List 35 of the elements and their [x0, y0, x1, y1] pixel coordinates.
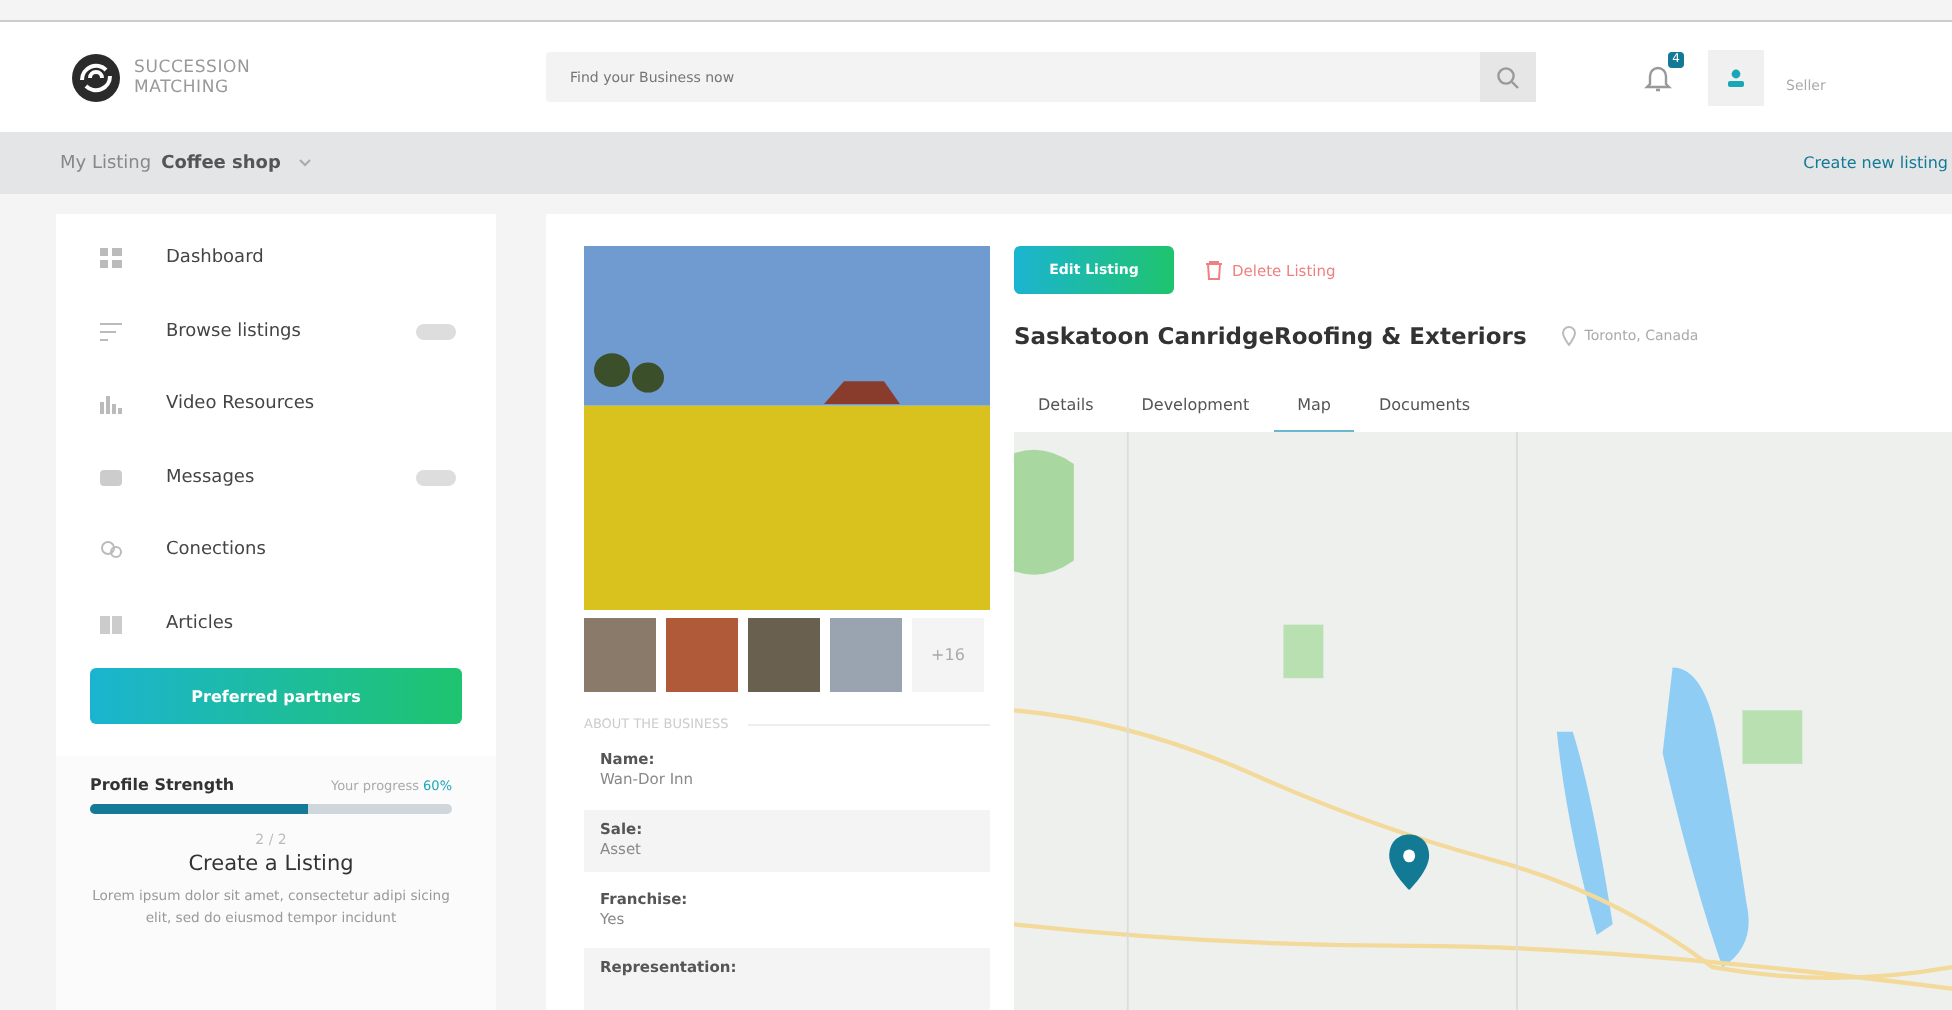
avatar[interactable]	[1708, 49, 1764, 105]
create-listing-heading: Create a Listing	[186, 852, 356, 876]
sidebar-item[interactable]: Browse listings	[90, 295, 462, 368]
envelope-icon	[100, 467, 122, 488]
book-icon	[100, 613, 122, 634]
tab[interactable]: Documents	[1354, 388, 1495, 432]
brand-name: SUCCESSION MATCHING	[134, 57, 251, 97]
thumbnail-photo[interactable]	[584, 618, 656, 693]
trash-icon	[1206, 260, 1222, 280]
sidebar-item[interactable]: Messages	[90, 441, 462, 514]
tab[interactable]: Development	[1117, 388, 1274, 432]
listing-label: My Listing	[60, 153, 152, 173]
search-button[interactable]	[1480, 52, 1536, 102]
people-icon	[100, 540, 122, 561]
logo-icon	[70, 51, 122, 103]
listing-dropdown[interactable]: Coffee shop	[161, 153, 313, 173]
thumbnail-photo[interactable]	[830, 618, 902, 693]
sidebar-item[interactable]: Conections	[90, 514, 462, 587]
sidebar-item[interactable]: Video Resources	[90, 368, 462, 441]
listing-title: Saskatoon CanridgeRoofing & Exteriors	[1014, 322, 1527, 350]
caret-icon	[298, 158, 313, 168]
sidebar-item[interactable]: Dashboard	[90, 222, 462, 295]
search-icon	[1496, 65, 1520, 89]
bell-icon[interactable]	[1644, 61, 1672, 93]
thumbnail-photo[interactable]	[748, 618, 820, 693]
user-icon	[1726, 67, 1746, 87]
location-pin-icon	[1562, 326, 1577, 346]
create-listing-link[interactable]: Create new listing	[1803, 154, 1952, 172]
bar-chart-icon	[100, 394, 122, 415]
sidebar-item[interactable]: Articles	[90, 587, 462, 660]
grid-icon	[100, 248, 122, 269]
thumbnail-photo[interactable]	[666, 618, 738, 693]
tab[interactable]: Details	[1014, 388, 1118, 432]
profile-strength-title: Profile Strength	[90, 776, 235, 794]
list-icon	[100, 321, 122, 342]
